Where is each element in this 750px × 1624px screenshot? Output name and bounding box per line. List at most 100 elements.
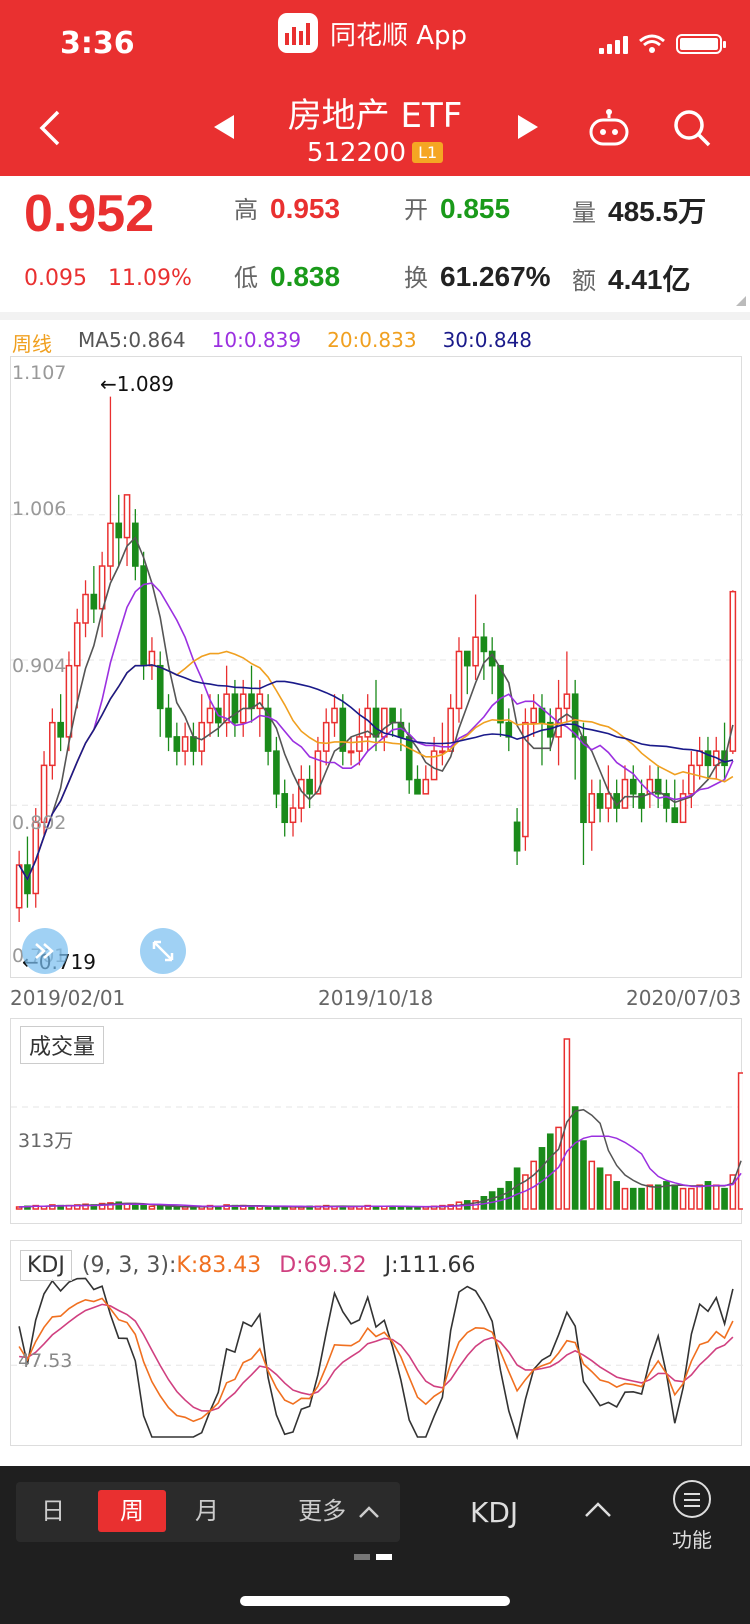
signal-icon [599, 36, 628, 54]
volume-bar [488, 1191, 496, 1210]
turnover-value: 61.267% [440, 261, 551, 292]
kdj-label[interactable]: KDJ [20, 1250, 72, 1281]
app-logo-icon [278, 13, 318, 53]
volume-bar [513, 1167, 521, 1210]
candle [422, 778, 430, 795]
candle [65, 664, 73, 738]
volume-panel-label[interactable]: 成交量 [20, 1026, 105, 1064]
chevron-up-icon [358, 1506, 379, 1518]
tab-more[interactable]: 更多 [286, 1490, 392, 1532]
volume-bar [629, 1187, 637, 1210]
candle [596, 793, 604, 809]
tab-more-label: 更多 [298, 1497, 347, 1525]
home-indicator [240, 1596, 510, 1606]
candle [356, 736, 363, 752]
tab-week[interactable]: 周 [98, 1490, 166, 1532]
open-label: 开 [404, 196, 428, 224]
period-label[interactable]: 周线 [12, 328, 52, 357]
volume-bar [605, 1174, 612, 1210]
candle [289, 807, 297, 824]
amount-item: 额 4.41亿 [572, 258, 691, 298]
high-item: 高 0.953 [234, 190, 340, 225]
low-value: 0.838 [270, 261, 341, 292]
top-header: 3:36 同花顺 App 房地产 ETF 512200 L1 [0, 0, 750, 176]
stock-code: 512200 L1 [0, 138, 750, 168]
volume-chart[interactable] [10, 1018, 743, 1224]
battery-icon [676, 34, 726, 54]
candle [82, 593, 89, 624]
candle [206, 707, 214, 724]
kdj-params-text: (9, 3, 3): [81, 1253, 177, 1278]
candle [621, 778, 629, 809]
scroll-left-button[interactable] [22, 928, 68, 974]
candle [347, 750, 355, 754]
y-tick-3: 0.904 [12, 655, 67, 677]
app-name-text: 同花顺 App [330, 20, 468, 51]
app-name: 同花顺 App [278, 13, 468, 53]
kdj-params: (9, 3, 3):K:83.43 [82, 1253, 261, 1278]
candle [273, 750, 280, 795]
volume-bar [712, 1184, 720, 1210]
kdj-tick: 47.53 [18, 1350, 73, 1372]
candle [580, 736, 587, 824]
tab-month[interactable]: 月 [176, 1490, 238, 1532]
volume-bar [571, 1106, 579, 1210]
candle [605, 793, 612, 809]
low-label: 低 [234, 264, 258, 292]
search-icon[interactable] [672, 108, 712, 148]
fullscreen-button[interactable] [140, 928, 186, 974]
candle [165, 707, 172, 738]
volume-bar [679, 1187, 687, 1210]
menu-icon [673, 1480, 711, 1518]
volume-bars [11, 1038, 743, 1210]
candle [181, 736, 189, 752]
turnover-label: 换 [404, 264, 428, 292]
ma-legend: 周线 MA5:0.864 10:0.839 20:0.833 30:0.848 [12, 328, 532, 357]
kdj-header: KDJ (9, 3, 3):K:83.43 D:69.32 J:111.66 [20, 1250, 475, 1281]
open-item: 开 0.855 [404, 190, 510, 225]
volume-bar [654, 1184, 662, 1210]
volume-bar [264, 1206, 272, 1210]
candle [98, 565, 106, 610]
candle [696, 750, 703, 767]
candle [439, 750, 446, 754]
high-value: 0.953 [270, 193, 341, 224]
expand-corner-icon[interactable] [736, 296, 746, 306]
candle [455, 650, 463, 710]
status-time: 3:36 [60, 26, 135, 61]
candle [430, 750, 438, 781]
tab-day[interactable]: 日 [22, 1490, 84, 1532]
candle [372, 707, 380, 738]
volume-bar [148, 1205, 156, 1210]
period-tabs: 日 周 月 更多 [16, 1482, 400, 1542]
ma5-label: MA5:0.864 [78, 328, 186, 352]
candle [405, 736, 413, 781]
indicator-chevron-up-icon[interactable] [584, 1500, 612, 1518]
volume-bar [688, 1187, 695, 1210]
volume-bar [156, 1205, 164, 1210]
candle [513, 821, 521, 852]
robot-assistant-icon[interactable] [588, 108, 630, 148]
volume-bar [165, 1206, 172, 1210]
wifi-icon [639, 34, 665, 53]
candle [132, 522, 139, 567]
next-stock-icon[interactable] [516, 114, 540, 140]
kdj-j-line [18, 1277, 734, 1441]
price-chart[interactable] [10, 356, 743, 978]
amount-value: 4.41亿 [608, 264, 691, 295]
function-button[interactable]: 功能 [668, 1480, 716, 1553]
x-label-mid: 2019/10/18 [318, 986, 434, 1010]
price-change: 0.095 [24, 266, 87, 291]
candle [90, 593, 98, 610]
double-arrow-icon [35, 943, 54, 959]
candle [140, 565, 147, 667]
kdj-k-value: K:83.43 [176, 1253, 262, 1278]
volume-bar [273, 1206, 280, 1210]
status-icons [599, 34, 726, 54]
indicator-select[interactable]: KDJ [470, 1496, 518, 1529]
candle [198, 721, 206, 752]
x-label-start: 2019/02/01 [10, 986, 126, 1010]
candle [331, 707, 338, 724]
stock-code-text: 512200 [306, 138, 407, 168]
high-label: 高 [234, 196, 258, 224]
